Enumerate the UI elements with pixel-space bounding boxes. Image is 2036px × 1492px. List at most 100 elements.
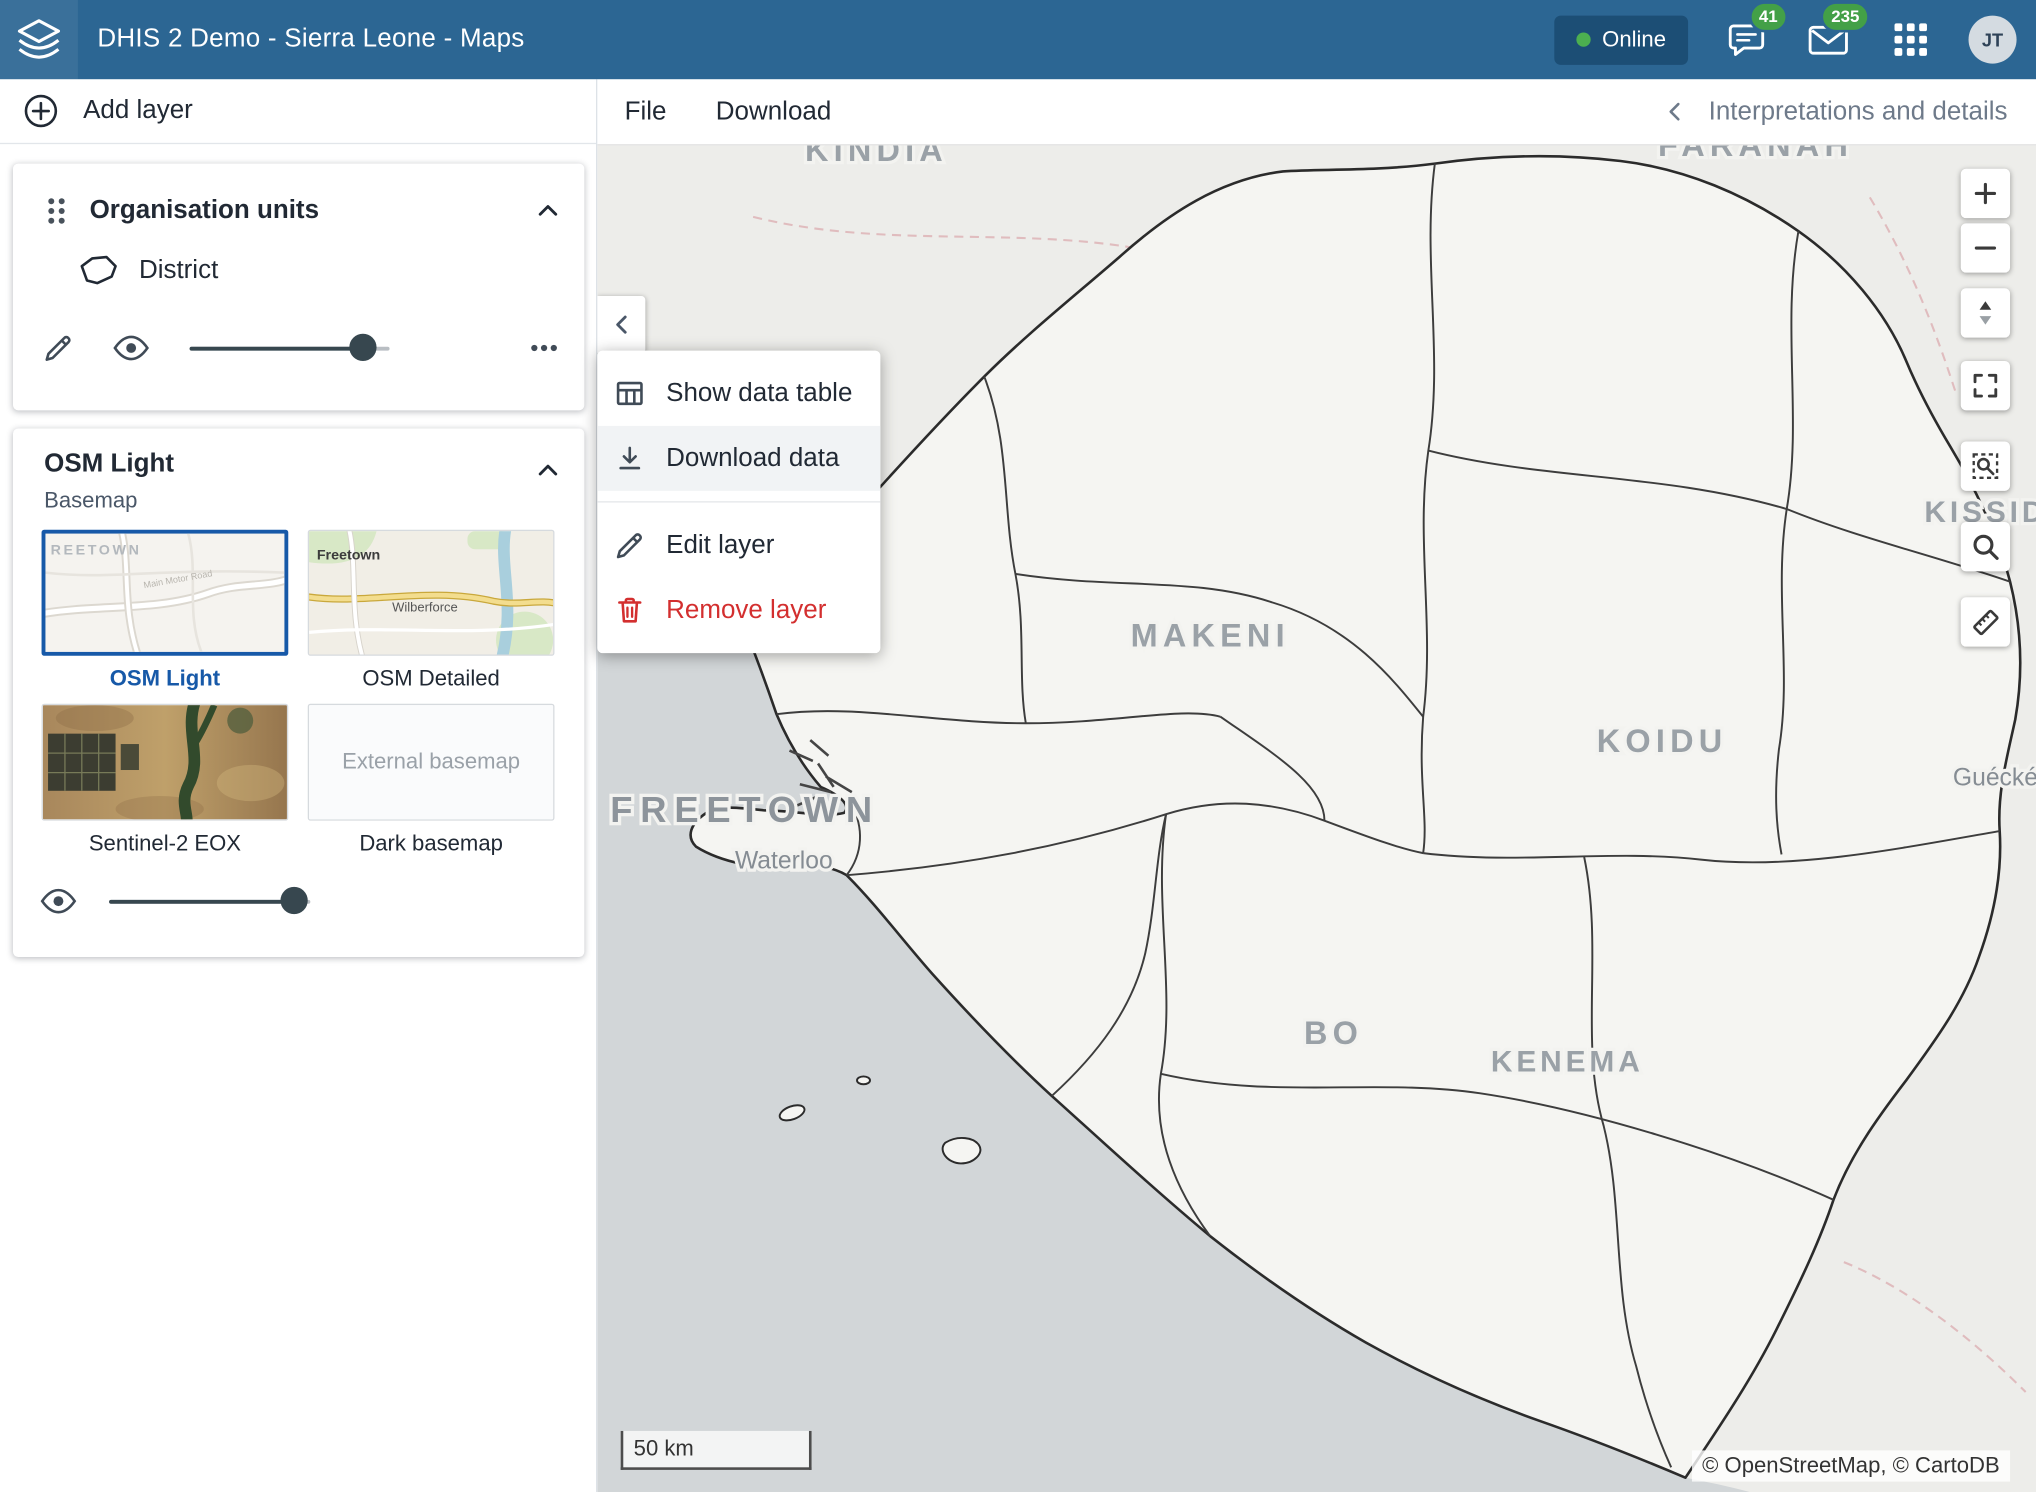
basemap-option-osm-detailed[interactable]: Freetown Wilberforce OSM Detailed xyxy=(308,530,555,704)
org-units-card-header: Organisation units xyxy=(13,164,584,239)
basemap-title: OSM Light xyxy=(44,449,527,479)
zoom-out-button[interactable] xyxy=(1961,223,2010,272)
add-layer-label: Add layer xyxy=(83,96,193,126)
interpretations-count-badge: 41 xyxy=(1748,1,1788,32)
edit-layer-button[interactable] xyxy=(36,326,80,370)
basemap-opacity-slider[interactable] xyxy=(109,886,310,917)
show-data-table-item[interactable]: Show data table xyxy=(597,361,880,426)
chevron-left-icon xyxy=(608,312,634,338)
basemap-thumbnail: REETOWN Main Motor Road xyxy=(42,530,289,656)
drag-handle-icon[interactable] xyxy=(44,195,69,225)
map-label-freetown: FREETOWN xyxy=(610,789,880,830)
basemap-option-label: OSM Light xyxy=(42,656,289,704)
tilt-icon xyxy=(1970,297,2001,328)
collapse-layer-button[interactable] xyxy=(527,190,569,232)
table-icon xyxy=(613,378,647,409)
map-menubar: File Download Interpretations and detail… xyxy=(597,79,2036,145)
layers-panel: Add layer Organisation units xyxy=(0,79,597,1492)
chevron-up-icon xyxy=(532,454,563,485)
box-zoom-button[interactable] xyxy=(1961,441,2010,490)
slider-thumb[interactable] xyxy=(280,887,307,914)
map-label-makeni: MAKENI xyxy=(1131,618,1290,654)
measure-button[interactable] xyxy=(1961,597,2010,646)
map-label-gueckedou: Guéckéd xyxy=(1953,765,2036,792)
app-title: DHIS 2 Demo - Sierra Leone - Maps xyxy=(97,25,524,55)
eye-icon xyxy=(40,888,76,914)
tilt-rotate-button[interactable] xyxy=(1961,288,2010,337)
search-icon xyxy=(1970,531,2001,562)
external-basemap-placeholder: External basemap xyxy=(309,705,553,819)
slider-thumb[interactable] xyxy=(349,334,376,361)
header-actions: Online 41 235 xyxy=(1554,15,2036,64)
edit-layer-item[interactable]: Edit layer xyxy=(597,513,880,578)
plus-circle-icon xyxy=(23,93,58,128)
basemap-option-dark[interactable]: External basemap Dark basemap xyxy=(308,704,555,869)
basemap-thumbnail xyxy=(42,704,289,821)
user-avatar[interactable]: JT xyxy=(1969,16,2017,64)
measure-icon xyxy=(1970,606,2001,637)
context-item-label: Show data table xyxy=(666,379,852,409)
map-label-koidu: KOIDU xyxy=(1597,723,1728,759)
slider-fill xyxy=(190,347,364,351)
online-status-badge[interactable]: Online xyxy=(1554,15,1688,64)
basemap-card: OSM Light Basemap xyxy=(13,429,584,957)
basemap-thumbnail-grid: REETOWN Main Motor Road OSM Light xyxy=(13,517,584,869)
fullscreen-icon xyxy=(1970,370,2001,401)
map-label-bo: BO xyxy=(1304,1015,1363,1051)
online-dot-icon xyxy=(1576,32,1590,46)
basemap-option-label: Sentinel-2 EOX xyxy=(42,821,289,869)
pencil-icon xyxy=(613,530,647,561)
basemap-subtitle: Basemap xyxy=(44,488,527,514)
chevron-left-icon xyxy=(1662,99,1688,125)
maps-app: DHIS 2 Demo - Sierra Leone - Maps Online… xyxy=(0,0,2036,1492)
map-canvas[interactable]: KINDIA FARANAH MAKENI KOIDU KISSIDO Guéc… xyxy=(597,145,2036,1492)
messages-count-badge: 235 xyxy=(1821,1,1870,32)
sierra-leone-map: KINDIA FARANAH MAKENI KOIDU KISSIDO Guéc… xyxy=(597,145,2036,1492)
interpretations-panel-toggle[interactable]: Interpretations and details xyxy=(1662,97,2036,127)
box-zoom-icon xyxy=(1970,451,2001,482)
search-button[interactable] xyxy=(1961,522,2010,571)
download-menu[interactable]: Download xyxy=(716,97,832,127)
basemap-thumbnail: Freetown Wilberforce xyxy=(308,530,555,656)
interpretations-button[interactable]: 41 xyxy=(1723,16,1770,63)
fullscreen-button[interactable] xyxy=(1961,361,2010,410)
basemap-toolbar xyxy=(13,869,584,924)
remove-layer-item[interactable]: Remove layer xyxy=(597,578,880,643)
chevron-up-icon xyxy=(532,195,563,226)
dhis2-logo[interactable] xyxy=(0,0,78,79)
map-label-kindia: KINDIA xyxy=(805,145,948,168)
file-menu[interactable]: File xyxy=(625,97,667,127)
basemap-option-sentinel[interactable]: Sentinel-2 EOX xyxy=(42,704,289,869)
messages-button[interactable]: 235 xyxy=(1805,16,1852,63)
toggle-visibility-button[interactable] xyxy=(109,326,153,370)
legend-item-label: District xyxy=(139,255,218,285)
context-menu-divider xyxy=(597,501,880,502)
svg-text:REETOWN: REETOWN xyxy=(51,542,142,558)
map-label-waterloo: Waterloo xyxy=(735,848,833,875)
zoom-in-button[interactable] xyxy=(1961,169,2010,218)
context-item-label: Download data xyxy=(666,443,839,473)
trash-icon xyxy=(613,595,647,626)
apps-menu-button[interactable] xyxy=(1887,16,1934,63)
layer-context-menu: Show data table Download data Edit layer xyxy=(597,351,880,654)
basemap-option-osm-light[interactable]: REETOWN Main Motor Road OSM Light xyxy=(42,530,289,704)
collapse-basemap-button[interactable] xyxy=(527,449,569,491)
pencil-icon xyxy=(43,332,74,363)
basemap-option-label: OSM Detailed xyxy=(308,656,555,704)
basemap-option-label: Dark basemap xyxy=(308,821,555,869)
online-status-label: Online xyxy=(1602,27,1666,53)
download-data-item[interactable]: Download data xyxy=(597,426,880,491)
toggle-basemap-visibility-button[interactable] xyxy=(36,879,80,923)
apps-grid-icon xyxy=(1893,22,1928,57)
layer-opacity-slider[interactable] xyxy=(190,332,390,363)
interpretations-label: Interpretations and details xyxy=(1709,97,2008,127)
org-units-layer-card: Organisation units District xyxy=(13,164,584,411)
dhis2-layers-icon xyxy=(14,18,63,62)
add-layer-button[interactable]: Add layer xyxy=(0,79,596,144)
polygon-icon xyxy=(78,253,120,287)
eye-icon xyxy=(113,335,149,361)
collapse-panel-button[interactable] xyxy=(597,296,645,353)
basemap-thumbnail: External basemap xyxy=(308,704,555,821)
map-label-faranah: FARANAH xyxy=(1658,145,1853,162)
layer-more-menu-button[interactable] xyxy=(522,326,566,370)
